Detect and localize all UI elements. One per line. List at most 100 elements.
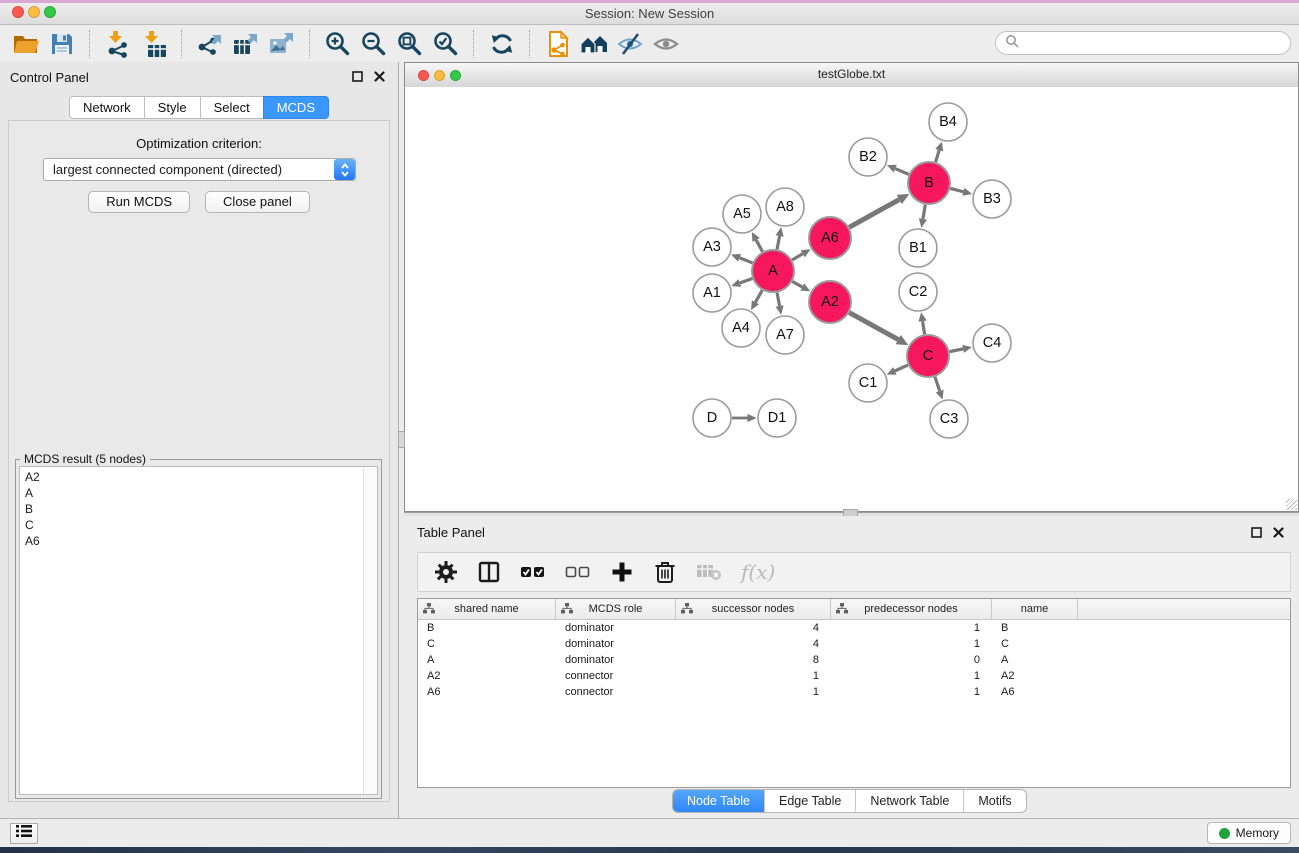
graph-edge-B-B2[interactable] <box>895 169 909 175</box>
export-image-icon[interactable] <box>264 29 300 59</box>
table-options-icon[interactable] <box>434 560 458 584</box>
vertical-splitter-grip[interactable] <box>398 431 405 448</box>
table-row[interactable]: A2connector11A2 <box>418 668 1290 684</box>
table-cell[interactable]: 1 <box>676 670 831 682</box>
deselect-all-icon[interactable] <box>565 560 591 584</box>
table-cell[interactable]: A6 <box>418 686 556 698</box>
table-cell[interactable]: 1 <box>831 686 992 698</box>
table-cell[interactable]: A2 <box>992 670 1078 682</box>
select-all-icon[interactable] <box>520 560 546 584</box>
tab-network-table[interactable]: Network Table <box>855 790 963 812</box>
table-cell[interactable]: A <box>992 654 1078 666</box>
search-box[interactable] <box>995 31 1291 55</box>
table-cell[interactable]: 0 <box>831 654 992 666</box>
graph-edge-A6-B[interactable] <box>849 200 899 228</box>
column-header-MCDS-role[interactable]: MCDS role <box>556 599 676 619</box>
close-panel-button[interactable]: Close panel <box>205 191 310 213</box>
table-cell[interactable]: C <box>992 638 1078 650</box>
network-canvas[interactable]: B4B2BB3A8A5A6B1A3AA1C2A2A4A7C4CC1C3DD1 <box>405 87 1298 511</box>
graph-edge-A-A7[interactable] <box>777 293 780 306</box>
zoom-in-icon[interactable] <box>320 29 356 59</box>
column-header-shared-name[interactable]: shared name <box>418 599 556 619</box>
zoom-fit-icon[interactable] <box>392 29 428 59</box>
graph-edge-A-A4[interactable] <box>755 290 762 302</box>
search-input[interactable] <box>1024 35 1281 51</box>
table-cell[interactable]: B <box>992 622 1078 634</box>
table-cell[interactable]: 1 <box>676 686 831 698</box>
column-header-name[interactable]: name <box>992 599 1078 619</box>
graph-edge-A-A8[interactable] <box>777 236 780 249</box>
graph-edge-B-B1[interactable] <box>923 205 925 219</box>
table-cell[interactable]: dominator <box>556 638 676 650</box>
column-header-successor-nodes[interactable]: successor nodes <box>676 599 831 619</box>
graph-edge-B-B3[interactable] <box>950 188 963 191</box>
import-table-icon[interactable] <box>136 29 172 59</box>
graph-edge-A-A3[interactable] <box>739 258 752 263</box>
table-cell[interactable]: dominator <box>556 654 676 666</box>
table-cell[interactable]: 4 <box>676 638 831 650</box>
table-cell[interactable]: A6 <box>992 686 1078 698</box>
create-column-icon[interactable] <box>610 560 634 584</box>
import-network-icon[interactable] <box>100 29 136 59</box>
table-cell[interactable]: dominator <box>556 622 676 634</box>
new-network-from-file-icon[interactable] <box>540 29 576 59</box>
delete-columns-icon[interactable] <box>653 559 677 585</box>
table-cell[interactable]: 8 <box>676 654 831 666</box>
table-cell[interactable]: 1 <box>831 638 992 650</box>
network-window-titlebar[interactable]: testGlobe.txt <box>405 63 1298 88</box>
table-row[interactable]: Cdominator41C <box>418 636 1290 652</box>
table-cell[interactable]: B <box>418 622 556 634</box>
mcds-result-item[interactable]: A2 <box>25 469 377 485</box>
mcds-result-item[interactable]: B <box>25 501 377 517</box>
mcds-result-item[interactable]: A6 <box>25 533 377 549</box>
table-cell[interactable]: A2 <box>418 670 556 682</box>
column-header-predecessor-nodes[interactable]: predecessor nodes <box>831 599 992 619</box>
memory-button[interactable]: Memory <box>1207 822 1291 844</box>
tab-node-table[interactable]: Node Table <box>673 790 764 812</box>
graph-edge-C-C4[interactable] <box>950 349 964 352</box>
graph-edge-B-B4[interactable] <box>936 150 940 162</box>
float-table-panel-icon[interactable] <box>1249 525 1263 539</box>
table-cell[interactable]: A <box>418 654 556 666</box>
table-cell[interactable]: 1 <box>831 622 992 634</box>
open-file-icon[interactable] <box>8 29 44 59</box>
tab-edge-table[interactable]: Edge Table <box>764 790 855 812</box>
float-panel-icon[interactable] <box>350 69 364 83</box>
graph-edge-A-A6[interactable] <box>792 254 803 260</box>
tab-select[interactable]: Select <box>200 96 264 119</box>
tab-network[interactable]: Network <box>69 96 145 119</box>
export-network-icon[interactable] <box>192 29 228 59</box>
table-cell[interactable]: C <box>418 638 556 650</box>
table-cell[interactable]: 4 <box>676 622 831 634</box>
graph-edge-A2-C[interactable] <box>849 313 898 340</box>
show-all-icon[interactable] <box>648 29 684 59</box>
save-session-icon[interactable] <box>44 29 80 59</box>
result-list-scrollbar[interactable] <box>363 467 377 794</box>
mcds-result-list[interactable]: A2ABCA6 <box>19 466 378 795</box>
export-table-icon[interactable] <box>228 29 264 59</box>
graph-edge-C-C2[interactable] <box>923 321 925 334</box>
mcds-result-item[interactable]: A <box>25 485 377 501</box>
mcds-result-item[interactable]: C <box>25 517 377 533</box>
zoom-out-icon[interactable] <box>356 29 392 59</box>
graph-edge-C-C3[interactable] <box>935 377 940 391</box>
task-history-button[interactable] <box>10 823 38 844</box>
graph-edge-C-C1[interactable] <box>895 365 908 371</box>
table-row[interactable]: Adominator80A <box>418 652 1290 668</box>
function-builder-icon[interactable]: f(x) <box>741 560 775 584</box>
optimization-criterion-dropdown[interactable]: largest connected component (directed) <box>43 158 356 181</box>
zoom-selected-icon[interactable] <box>428 29 464 59</box>
close-table-panel-icon[interactable] <box>1271 525 1285 539</box>
graph-edge-A-A5[interactable] <box>756 240 762 252</box>
refresh-icon[interactable] <box>484 29 520 59</box>
tab-style[interactable]: Style <box>144 96 201 119</box>
first-neighbors-icon[interactable] <box>576 29 612 59</box>
table-cell[interactable]: 1 <box>831 670 992 682</box>
hide-selected-icon[interactable] <box>612 29 648 59</box>
table-cell[interactable]: connector <box>556 670 676 682</box>
graph-edge-A-A2[interactable] <box>792 282 802 287</box>
network-resize-grip[interactable] <box>1286 499 1297 510</box>
run-mcds-button[interactable]: Run MCDS <box>88 191 190 213</box>
tab-motifs[interactable]: Motifs <box>963 790 1025 812</box>
columns-icon[interactable] <box>477 560 501 584</box>
